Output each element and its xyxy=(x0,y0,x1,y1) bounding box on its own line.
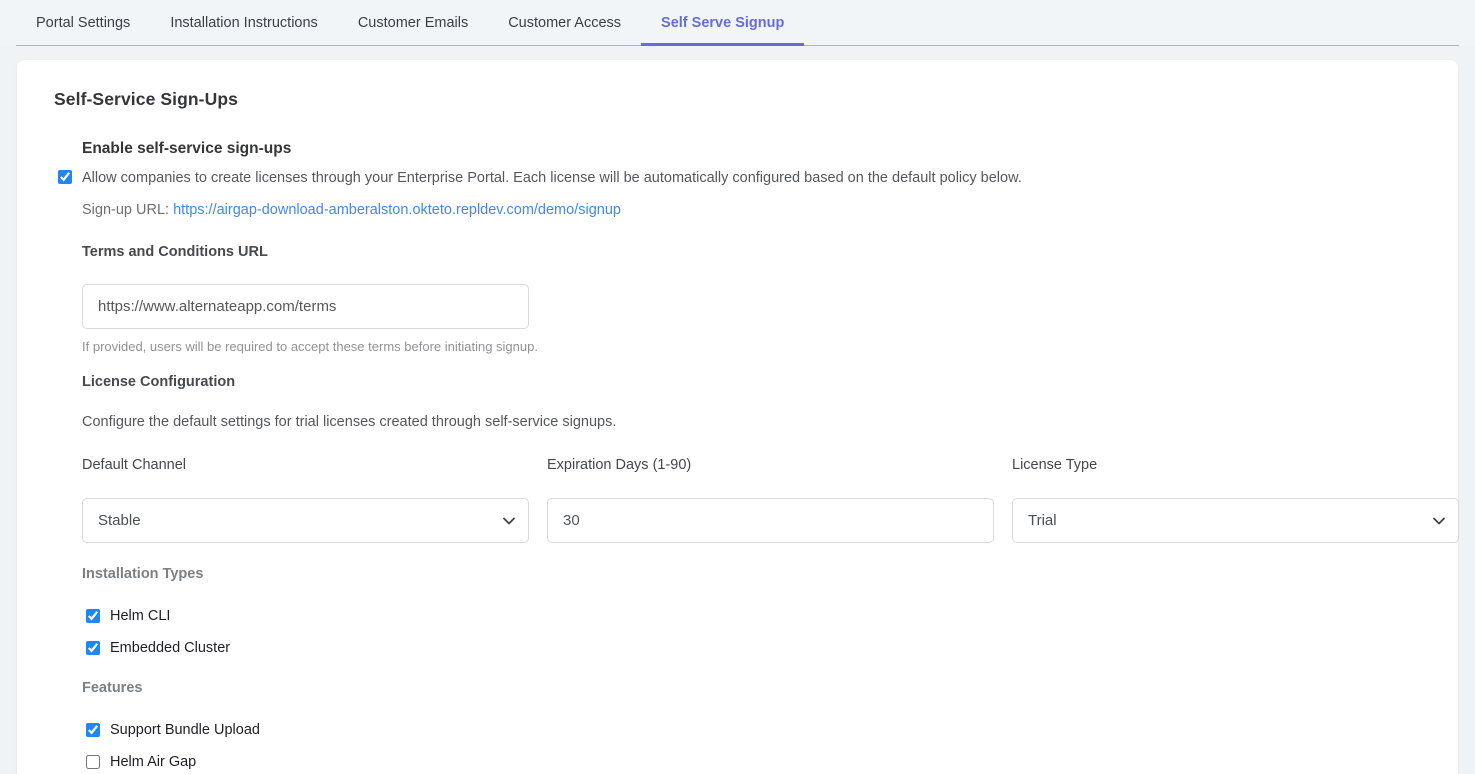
expiration-days-wrap xyxy=(547,498,994,543)
helm-air-gap-label[interactable]: Helm Air Gap xyxy=(110,754,196,770)
installation-type-row: Embedded Cluster xyxy=(82,640,1441,656)
enable-signups-checkbox[interactable] xyxy=(58,170,72,184)
page-title: Self-Service Sign-Ups xyxy=(54,89,1441,110)
license-configuration-description: Configure the default settings for trial… xyxy=(82,412,1441,433)
tab-self-serve-signup[interactable]: Self Serve Signup xyxy=(641,0,804,46)
tab-portal-settings[interactable]: Portal Settings xyxy=(16,0,150,46)
tab-list: Portal Settings Installation Instruction… xyxy=(16,0,1459,46)
features-heading: Features xyxy=(82,680,1441,696)
installation-type-row: Helm CLI xyxy=(82,608,1441,624)
support-bundle-upload-label[interactable]: Support Bundle Upload xyxy=(110,722,260,738)
signup-url-link[interactable]: https://airgap-download-amberalston.okte… xyxy=(173,202,621,218)
enable-signups-description: Allow companies to create licenses throu… xyxy=(82,168,1022,189)
feature-row: Support Bundle Upload xyxy=(82,722,1441,738)
helm-cli-checkbox[interactable] xyxy=(86,609,100,623)
expiration-days-input[interactable] xyxy=(547,498,994,543)
helm-air-gap-checkbox[interactable] xyxy=(86,755,100,769)
enable-signups-row: Allow companies to create licenses throu… xyxy=(58,168,1441,218)
default-channel-select-wrap: Stable xyxy=(82,498,529,543)
signup-url-line: Sign-up URL: https://airgap-download-amb… xyxy=(82,202,1022,218)
support-bundle-upload-checkbox[interactable] xyxy=(86,723,100,737)
embedded-cluster-checkbox[interactable] xyxy=(86,641,100,655)
default-channel-select[interactable]: Stable xyxy=(82,498,529,543)
default-channel-label: Default Channel xyxy=(82,457,529,473)
enable-signups-text: Allow companies to create licenses throu… xyxy=(82,168,1022,218)
tab-installation-instructions[interactable]: Installation Instructions xyxy=(150,0,338,46)
enable-signups-heading: Enable self-service sign-ups xyxy=(82,140,1441,158)
embedded-cluster-label[interactable]: Embedded Cluster xyxy=(110,640,230,656)
license-type-label: License Type xyxy=(1012,457,1459,473)
panel-content: Enable self-service sign-ups Allow compa… xyxy=(54,140,1441,770)
signup-url-label: Sign-up URL: xyxy=(82,202,169,218)
tab-customer-access[interactable]: Customer Access xyxy=(488,0,641,46)
helm-cli-label[interactable]: Helm CLI xyxy=(110,608,170,624)
license-type-select[interactable]: Trial xyxy=(1012,498,1459,543)
terms-url-input[interactable] xyxy=(82,284,529,329)
terms-url-label: Terms and Conditions URL xyxy=(82,244,1441,260)
feature-row: Helm Air Gap xyxy=(82,754,1441,770)
tab-bar: Portal Settings Installation Instruction… xyxy=(0,0,1475,46)
tab-customer-emails[interactable]: Customer Emails xyxy=(338,0,488,46)
license-config-grid: Default Channel Expiration Days (1-90) L… xyxy=(82,457,1441,543)
self-serve-signup-panel: Self-Service Sign-Ups Enable self-servic… xyxy=(17,60,1458,774)
terms-url-helper: If provided, users will be required to a… xyxy=(82,339,1441,354)
license-type-select-wrap: Trial xyxy=(1012,498,1459,543)
expiration-days-label: Expiration Days (1-90) xyxy=(547,457,994,473)
license-configuration-heading: License Configuration xyxy=(82,374,1441,390)
installation-types-heading: Installation Types xyxy=(82,566,1441,582)
